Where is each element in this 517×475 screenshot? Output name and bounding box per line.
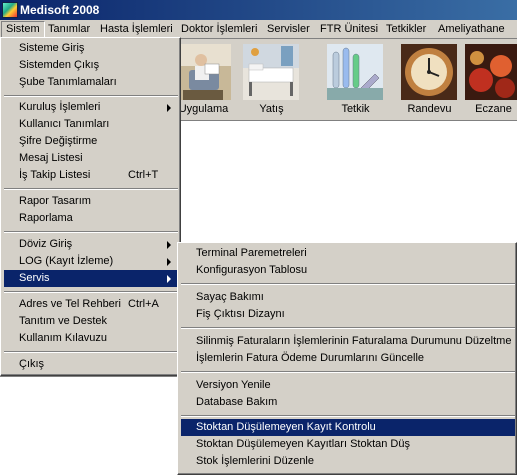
pills-icon [465,44,517,100]
menu-separator [4,351,178,353]
toolbar-label: Eczane [475,103,512,115]
menu-item-doviz-giris[interactable]: Döviz Giriş [4,236,178,253]
menu-separator [181,283,515,285]
menu-separator [4,188,178,190]
toolbar-eczane-button[interactable]: Eczane [462,43,517,116]
menu-item-sube-tanimlamalari[interactable]: Şube Tanımlamaları [4,74,178,91]
servis-submenu: Terminal Paremetreleri Konfigurasyon Tab… [177,242,517,475]
app-icon [2,2,18,18]
menu-separator [181,415,515,417]
menu-separator [4,291,178,293]
toolbar-uygulama-button[interactable]: Uygulama [172,43,235,116]
menu-item-sifre-degistirme[interactable]: Şifre Değiştirme [4,133,178,150]
submenu-arrow-icon [167,241,171,249]
menu-tanimlar[interactable]: Tanımlar [44,22,94,37]
menu-servisler[interactable]: Servisler [263,22,314,37]
menu-item-database-bakim[interactable]: Database Bakım [181,394,515,411]
toolbar-label: Randevu [407,103,452,115]
menu-separator [4,95,178,97]
menu-item-raporlama[interactable]: Raporlama [4,210,178,227]
menu-item-adres-tel-rehberi[interactable]: Adres ve Tel Rehberi Ctrl+A [4,296,178,313]
menu-doktor-islemleri[interactable]: Doktor İşlemleri [177,22,261,37]
menu-item-konfigurasyon-tablosu[interactable]: Konfigurasyon Tablosu [181,262,515,279]
menu-item-terminal-parametreleri[interactable]: Terminal Paremetreleri [181,245,515,262]
menu-item-log-kayit-izleme[interactable]: LOG (Kayıt İzleme) [4,253,178,270]
menu-ameliyathane[interactable]: Ameliyathane [434,22,509,37]
title-bar: Medisoft 2008 [0,0,517,20]
menu-item-stok-islemleri-duzenle[interactable]: Stok İşlemlerini Düzenle [181,453,515,470]
menu-item-stoktan-dusulemeyen-dus[interactable]: Stoktan Düşülemeyen Kayıtları Stoktan Dü… [181,436,515,453]
menu-separator [4,231,178,233]
menu-hasta-islemleri[interactable]: Hasta İşlemleri [96,22,177,37]
toolbar-tetkik-button[interactable]: Tetkik [324,43,387,116]
test-tubes-icon [327,44,383,100]
menu-item-kullanici-tanimlari[interactable]: Kullanıcı Tanımları [4,116,178,133]
menu-item-fis-ciktisi-dizayni[interactable]: Fiş Çıktısı Dizaynı [181,306,515,323]
toolbar-randevu-button[interactable]: Randevu [398,43,461,116]
menu-item-kullanim-kilavuzu[interactable]: Kullanım Kılavuzu [4,330,178,347]
menu-separator [181,327,515,329]
menu-item-cikis[interactable]: Çıkış [4,356,178,373]
menu-separator [181,371,515,373]
menu-item-stoktan-dusulemeyen-kontrol[interactable]: Stoktan Düşülemeyen Kayıt Kontrolu [181,419,515,436]
menu-item-fatura-odeme-guncelle[interactable]: İşlemlerin Fatura Ödeme Durumlarını Günc… [181,350,515,367]
toolbar-label: Uygulama [178,103,229,115]
menu-item-mesaj-listesi[interactable]: Mesaj Listesi [4,150,178,167]
window-title: Medisoft 2008 [20,3,100,17]
menu-item-servis[interactable]: Servis [4,270,178,287]
clock-icon [401,44,457,100]
left-panel [0,376,180,475]
hospital-bed-icon [243,44,299,100]
menu-ftr-unitesi[interactable]: FTR Ünitesi [316,22,382,37]
menu-item-sisteme-giris[interactable]: Sisteme Giriş [4,40,178,57]
menu-item-rapor-tasarim[interactable]: Rapor Tasarım [4,193,178,210]
toolbar-yatis-button[interactable]: Yatış [240,43,303,116]
menu-item-kurulus-islemleri[interactable]: Kuruluş İşlemleri [4,99,178,116]
sistem-menu: Sisteme Giriş Sistemden Çıkış Şube Tanım… [0,37,181,376]
patient-reading-icon [175,44,231,100]
submenu-arrow-icon [167,258,171,266]
menu-tetkikler[interactable]: Tetkikler [382,22,430,37]
toolbar-label: Tetkik [341,103,370,115]
menu-item-is-takip-listesi[interactable]: İş Takip Listesi Ctrl+T [4,167,178,184]
submenu-arrow-icon [167,104,171,112]
menu-item-sistemden-cikis[interactable]: Sistemden Çıkış [4,57,178,74]
menu-sistem[interactable]: Sistem [1,21,45,38]
menu-item-sayac-bakimi[interactable]: Sayaç Bakımı [181,289,515,306]
menu-item-tanitim-destek[interactable]: Tanıtım ve Destek [4,313,178,330]
menu-item-versiyon-yenile[interactable]: Versiyon Yenile [181,377,515,394]
submenu-arrow-icon [167,275,171,283]
toolbar-label: Yatış [259,103,284,115]
menu-item-silinmis-faturalar-duzeltme[interactable]: Silinmiş Faturaların İşlemlerinin Fatura… [181,333,515,350]
